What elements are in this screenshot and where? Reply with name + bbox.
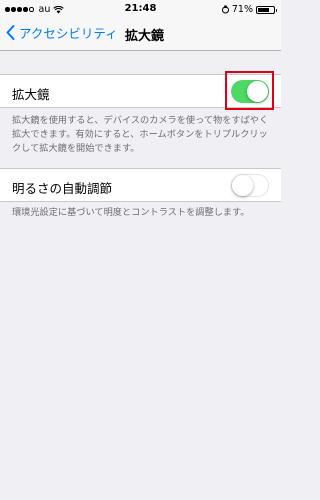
status-right: 71%: [221, 4, 277, 15]
toggle-knob: [232, 174, 253, 196]
auto-brightness-label: 明るさの自動調節: [12, 181, 113, 196]
navigation-bar: アクセシビリティ 拡大鏡: [0, 20, 281, 51]
back-button-label: アクセシビリティ: [19, 26, 118, 41]
battery-icon: [256, 5, 277, 14]
back-button[interactable]: アクセシビリティ: [6, 23, 118, 42]
auto-brightness-description: 環境光設定に基づいて明度とコントラストを調整します。: [12, 207, 250, 218]
orientation-lock-icon: [221, 5, 229, 14]
magnifier-label: 拡大鏡: [12, 87, 50, 102]
chevron-left-icon: [6, 25, 15, 40]
auto-brightness-row: 明るさの自動調節: [0, 168, 281, 202]
page-title: 拡大鏡: [125, 29, 165, 44]
battery-percent: 71%: [231, 4, 253, 15]
highlight-box: [225, 71, 274, 110]
status-bar: au 21:48 71%: [0, 0, 281, 20]
auto-brightness-toggle[interactable]: [231, 174, 269, 197]
magnifier-description: 拡大鏡を使用すると、デバイスのカメラを使って物をすばやく拡大できます。有効にする…: [12, 115, 269, 154]
